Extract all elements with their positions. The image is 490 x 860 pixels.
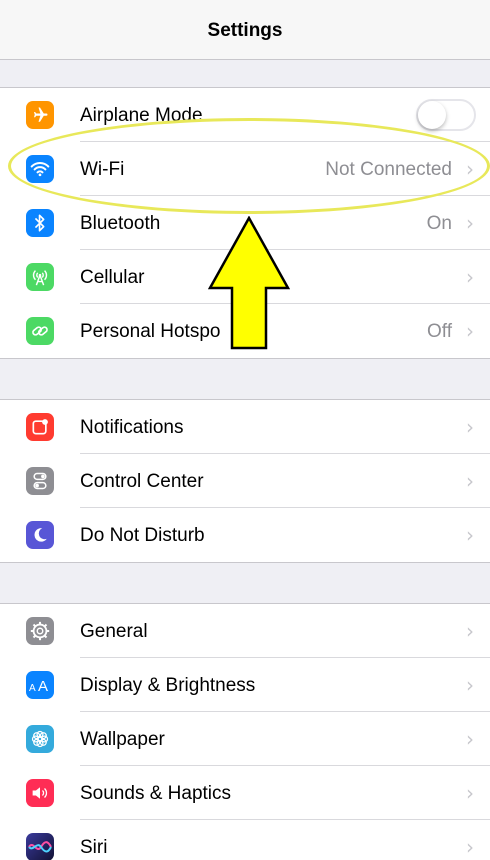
row-label: Siri: [80, 837, 108, 858]
row-label: Cellular: [80, 267, 145, 288]
settings-screen: Settings Airplane Mode Wi-Fi Not Connect…: [0, 0, 490, 860]
chevron-right-icon: ›: [466, 157, 474, 181]
chevron-right-icon: ›: [466, 319, 474, 343]
page-title: Settings: [207, 20, 283, 41]
moon-icon: [26, 521, 54, 549]
chevron-right-icon: ›: [466, 265, 474, 289]
settings-row-do-not-disturb[interactable]: Do Not Disturb ›: [0, 508, 490, 562]
row-label: Personal Hotspo: [80, 321, 221, 342]
row-value: Not Connected: [325, 159, 452, 180]
toggle-knob: [418, 101, 446, 129]
row-label: Control Center: [80, 471, 204, 492]
wallpaper-flower-icon: [26, 725, 54, 753]
connectivity-group: Airplane Mode Wi-Fi Not Connected › Blue…: [0, 87, 490, 359]
navigation-bar: Settings: [0, 0, 490, 60]
wifi-icon: [26, 155, 54, 183]
row-label: Wi-Fi: [80, 159, 125, 180]
system-group: Notifications › Control Center › Do Not …: [0, 399, 490, 563]
row-label: Display & Brightness: [80, 675, 256, 696]
airplane-icon: [26, 101, 54, 129]
settings-row-personal-hotspot[interactable]: Personal Hotspo Off ›: [0, 304, 490, 358]
chevron-right-icon: ›: [466, 415, 474, 439]
settings-row-display-brightness[interactable]: A A Display & Brightness ›: [0, 658, 490, 712]
chevron-right-icon: ›: [466, 469, 474, 493]
row-label: Airplane Mode: [80, 105, 203, 126]
chevron-right-icon: ›: [466, 673, 474, 697]
cellular-antenna-icon: [26, 263, 54, 291]
settings-row-airplane-mode[interactable]: Airplane Mode: [0, 88, 490, 142]
svg-text:A: A: [29, 683, 36, 693]
notifications-icon: [26, 413, 54, 441]
settings-row-cellular[interactable]: Cellular ›: [0, 250, 490, 304]
row-value: On: [426, 213, 452, 234]
row-label: Bluetooth: [80, 213, 161, 234]
chevron-right-icon: ›: [466, 619, 474, 643]
airplane-mode-toggle[interactable]: [416, 99, 476, 131]
chevron-right-icon: ›: [466, 211, 474, 235]
hotspot-icon: [26, 317, 54, 345]
bluetooth-icon: [26, 209, 54, 237]
gear-icon: [26, 617, 54, 645]
settings-row-bluetooth[interactable]: Bluetooth On ›: [0, 196, 490, 250]
row-label: Notifications: [80, 417, 184, 438]
row-label: General: [80, 621, 148, 642]
settings-row-control-center[interactable]: Control Center ›: [0, 454, 490, 508]
display-group: General › A A Display & Brightness › Wal…: [0, 603, 490, 860]
chevron-right-icon: ›: [466, 523, 474, 547]
row-label: Sounds & Haptics: [80, 783, 232, 804]
siri-icon: [26, 833, 54, 860]
settings-row-siri[interactable]: Siri ›: [0, 820, 490, 860]
chevron-right-icon: ›: [466, 727, 474, 751]
settings-row-wifi[interactable]: Wi-Fi Not Connected ›: [0, 142, 490, 196]
svg-text:A: A: [38, 678, 48, 693]
control-center-icon: [26, 467, 54, 495]
speaker-icon: [26, 779, 54, 807]
settings-row-sounds-haptics[interactable]: Sounds & Haptics ›: [0, 766, 490, 820]
text-size-icon: A A: [26, 671, 54, 699]
row-label: Do Not Disturb: [80, 525, 205, 546]
chevron-right-icon: ›: [466, 781, 474, 805]
chevron-right-icon: ›: [466, 835, 474, 859]
row-label: Wallpaper: [80, 729, 165, 750]
settings-row-general[interactable]: General ›: [0, 604, 490, 658]
settings-row-notifications[interactable]: Notifications ›: [0, 400, 490, 454]
settings-row-wallpaper[interactable]: Wallpaper ›: [0, 712, 490, 766]
row-value: Off: [427, 321, 452, 342]
